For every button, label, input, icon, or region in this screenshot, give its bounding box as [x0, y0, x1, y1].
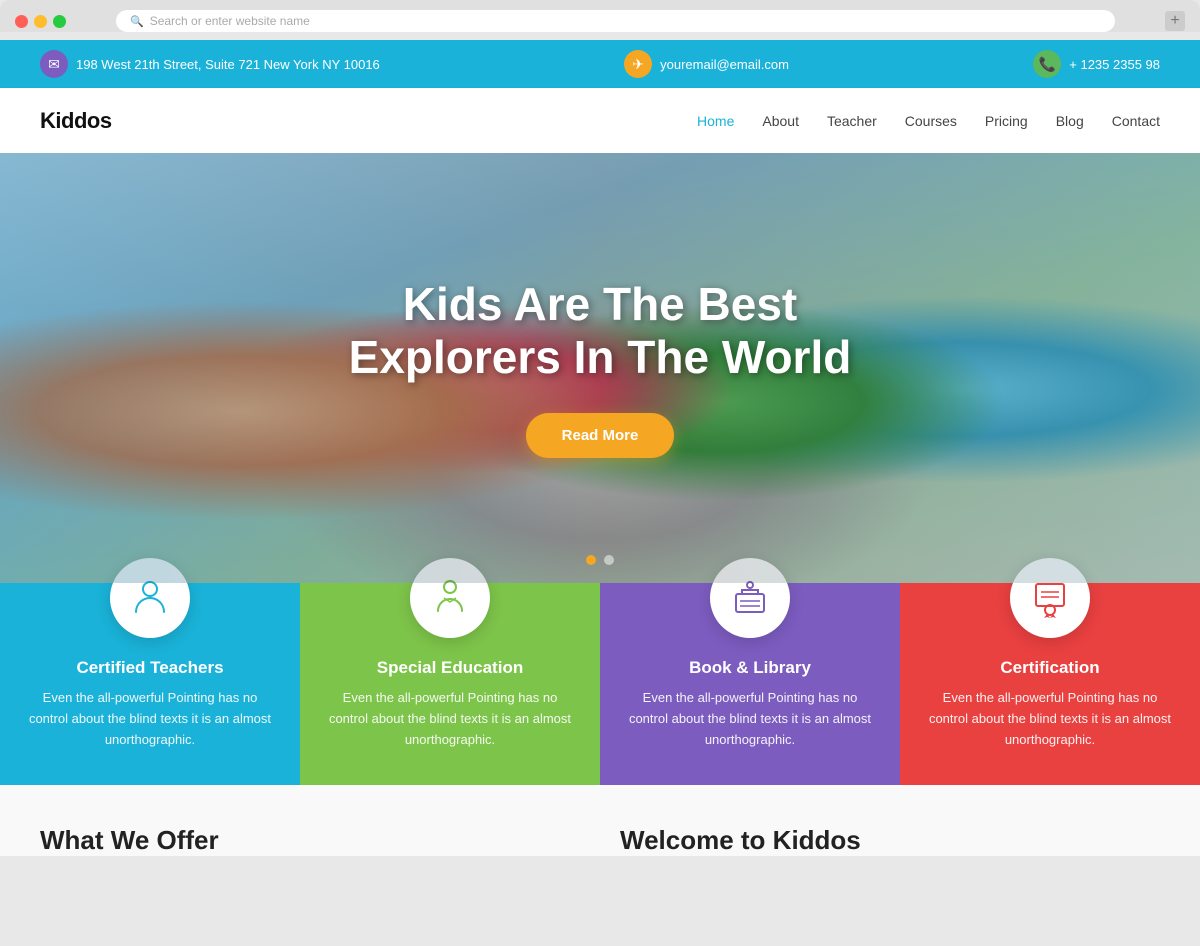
- feature-certified-teachers: Certified Teachers Even the all-powerful…: [0, 583, 300, 785]
- email-text: youremail@email.com: [660, 57, 789, 72]
- feature-special-education: Special Education Even the all-powerful …: [300, 583, 600, 785]
- phone-icon: 📞: [1033, 50, 1061, 78]
- certified-teachers-desc: Even the all-powerful Pointing has no co…: [25, 688, 275, 750]
- nav-pricing[interactable]: Pricing: [985, 113, 1028, 129]
- hero-section: Kids Are The Best Explorers In The World…: [0, 153, 1200, 583]
- nav-contact[interactable]: Contact: [1112, 113, 1160, 129]
- minimize-button[interactable]: [34, 15, 47, 28]
- hero-title: Kids Are The Best Explorers In The World: [349, 278, 852, 384]
- mail-icon: ✉: [40, 50, 68, 78]
- nav-courses[interactable]: Courses: [905, 113, 957, 129]
- nav-about[interactable]: About: [762, 113, 799, 129]
- features-section: Certified Teachers Even the all-powerful…: [0, 583, 1200, 785]
- certification-title: Certification: [925, 658, 1175, 678]
- traffic-lights: [15, 15, 66, 28]
- certification-desc: Even the all-powerful Pointing has no co…: [925, 688, 1175, 750]
- nav-home[interactable]: Home: [697, 113, 734, 129]
- close-button[interactable]: [15, 15, 28, 28]
- new-tab-button[interactable]: +: [1165, 11, 1185, 31]
- address-bar[interactable]: 🔍 Search or enter website name: [116, 10, 1115, 32]
- navbar: Kiddos Home About Teacher Courses Pricin…: [0, 88, 1200, 153]
- site-logo[interactable]: Kiddos: [40, 108, 112, 134]
- special-education-desc: Even the all-powerful Pointing has no co…: [325, 688, 575, 750]
- nav-links: Home About Teacher Courses Pricing Blog …: [697, 113, 1160, 129]
- certified-teachers-title: Certified Teachers: [25, 658, 275, 678]
- phone-info: 📞 + 1235 2355 98: [1033, 50, 1160, 78]
- dot-2[interactable]: [604, 555, 614, 565]
- phone-text: + 1235 2355 98: [1069, 57, 1160, 72]
- special-education-title: Special Education: [325, 658, 575, 678]
- email-icon: ✈: [624, 50, 652, 78]
- feature-certification: Certification Even the all-powerful Poin…: [900, 583, 1200, 785]
- website-content: ✉ 198 West 21th Street, Suite 721 New Yo…: [0, 40, 1200, 856]
- nav-teacher[interactable]: Teacher: [827, 113, 877, 129]
- welcome-heading: Welcome to Kiddos: [620, 825, 1160, 856]
- feature-book-library: Book & Library Even the all-powerful Poi…: [600, 583, 900, 785]
- search-icon: 🔍: [130, 15, 144, 28]
- browser-chrome: 🔍 Search or enter website name +: [0, 0, 1200, 32]
- email-info: ✈ youremail@email.com: [624, 50, 789, 78]
- address-text: 198 West 21th Street, Suite 721 New York…: [76, 57, 380, 72]
- hero-content: Kids Are The Best Explorers In The World…: [349, 278, 852, 459]
- dot-1[interactable]: [586, 555, 596, 565]
- bottom-section: What We Offer Welcome to Kiddos: [0, 785, 1200, 856]
- maximize-button[interactable]: [53, 15, 66, 28]
- book-library-desc: Even the all-powerful Pointing has no co…: [625, 688, 875, 750]
- nav-blog[interactable]: Blog: [1056, 113, 1084, 129]
- address-info: ✉ 198 West 21th Street, Suite 721 New Yo…: [40, 50, 380, 78]
- what-we-offer-heading: What We Offer: [40, 825, 580, 856]
- browser-controls: 🔍 Search or enter website name +: [15, 10, 1185, 32]
- hero-dots: [586, 555, 614, 565]
- book-library-title: Book & Library: [625, 658, 875, 678]
- read-more-button[interactable]: Read More: [526, 413, 675, 458]
- address-bar-text: Search or enter website name: [150, 14, 310, 28]
- top-bar: ✉ 198 West 21th Street, Suite 721 New Yo…: [0, 40, 1200, 88]
